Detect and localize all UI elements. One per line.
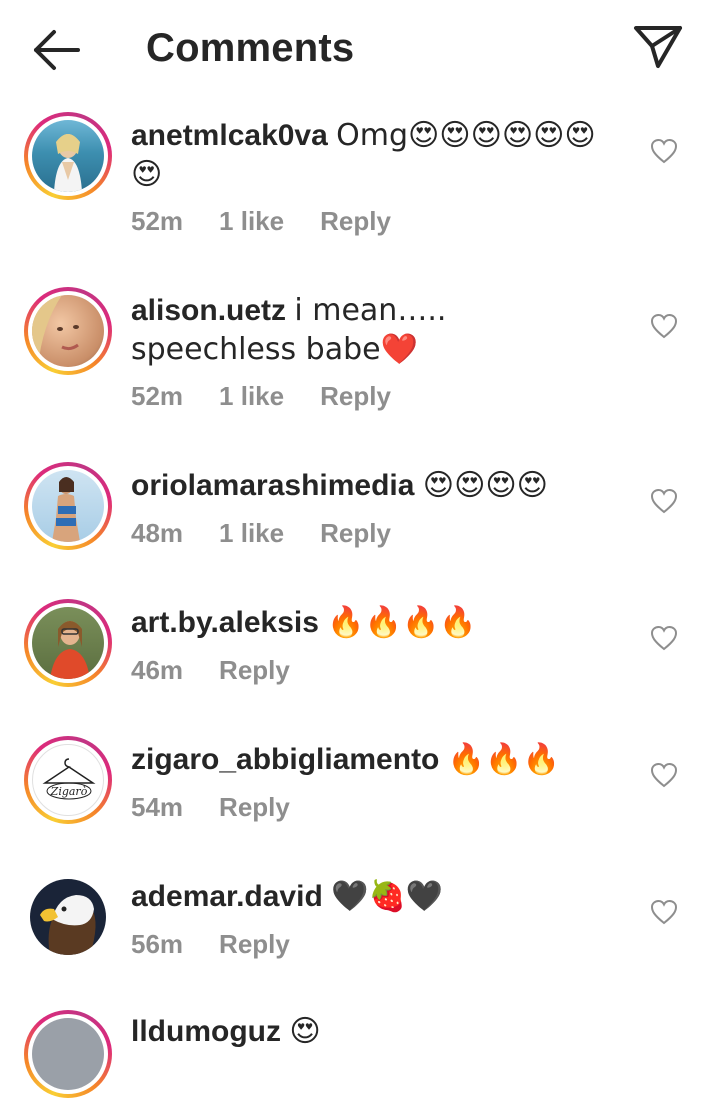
comment-body: 🔥🔥🔥	[447, 742, 560, 777]
avatar	[32, 470, 104, 542]
comment-meta: 54m Reply	[131, 792, 326, 823]
avatar-story-ring[interactable]	[24, 287, 112, 375]
header: Comments	[0, 0, 720, 98]
arrow-left-icon	[34, 30, 80, 70]
heart-icon[interactable]	[650, 488, 678, 514]
avatar-story-ring[interactable]	[24, 1010, 112, 1098]
comment-time: 54m	[131, 792, 184, 822]
reply-button[interactable]: Reply	[320, 206, 391, 237]
avatar: Zigarò	[32, 744, 104, 816]
heart-icon[interactable]	[650, 138, 678, 164]
comment-body: 🖤🍓🖤	[331, 879, 444, 914]
comment-time: 52m	[131, 206, 184, 236]
comment-username[interactable]: ademar.david	[131, 880, 323, 913]
comment-text: zigaro_abbigliamento 🔥🔥🔥	[131, 740, 621, 779]
avatar	[32, 120, 104, 192]
comment-likes[interactable]: 1 like	[219, 518, 284, 549]
reply-button[interactable]: Reply	[219, 792, 290, 823]
comment-time: 46m	[131, 655, 184, 685]
avatar-container[interactable]	[24, 873, 112, 961]
comment-time: 48m	[131, 518, 184, 548]
comment-meta: 46m Reply	[131, 655, 326, 686]
avatar-story-ring[interactable]	[24, 599, 112, 687]
heart-icon[interactable]	[650, 899, 678, 925]
avatar	[32, 607, 104, 679]
comment-likes[interactable]: 1 like	[219, 381, 284, 412]
comment-meta: 52m 1 like Reply	[131, 381, 427, 412]
comment-time: 52m	[131, 381, 184, 411]
avatar-story-ring[interactable]	[24, 462, 112, 550]
comment-meta: 48m 1 like Reply	[131, 518, 427, 549]
avatar	[30, 879, 106, 955]
heart-icon[interactable]	[650, 313, 678, 339]
comment-text: art.by.aleksis 🔥🔥🔥🔥	[131, 603, 621, 642]
page-title: Comments	[146, 26, 355, 70]
send-button[interactable]	[630, 22, 686, 72]
reply-button[interactable]: Reply	[320, 518, 391, 549]
comment-likes[interactable]: 1 like	[219, 206, 284, 237]
comment-body: 😍😍😍😍	[422, 468, 548, 503]
reply-button[interactable]: Reply	[219, 929, 290, 960]
avatar	[32, 295, 104, 367]
back-button[interactable]	[28, 26, 84, 74]
heart-icon[interactable]	[650, 625, 678, 651]
heart-icon[interactable]	[650, 762, 678, 788]
reply-button[interactable]: Reply	[219, 655, 290, 686]
avatar-story-ring[interactable]	[24, 112, 112, 200]
avatar	[32, 1018, 104, 1090]
comment-username[interactable]: anetmlcak0va	[131, 119, 328, 152]
svg-text:Zigarò: Zigarò	[50, 785, 88, 798]
comment-text: ademar.david 🖤🍓🖤	[131, 877, 621, 916]
comment-body: 🔥🔥🔥🔥	[327, 605, 477, 640]
comment-username[interactable]: art.by.aleksis	[131, 606, 319, 639]
comment-meta: 52m 1 like Reply	[131, 206, 427, 237]
paper-plane-icon	[634, 26, 682, 68]
comment-text: anetmlcak0va Omg😍😍😍😍😍😍😍	[131, 116, 621, 194]
reply-button[interactable]: Reply	[320, 381, 391, 412]
comment-username[interactable]: alison.uetz	[131, 294, 286, 327]
comment-username[interactable]: oriolamarashimedia	[131, 469, 414, 502]
comment-meta: 56m Reply	[131, 929, 326, 960]
avatar-story-ring[interactable]: Zigarò	[24, 736, 112, 824]
comment-time: 56m	[131, 929, 184, 959]
comment-username[interactable]: zigaro_abbigliamento	[131, 743, 439, 776]
comment-text: oriolamarashimedia 😍😍😍😍	[131, 466, 621, 505]
comment-text: alison.uetz i mean….. speechless babe❤️	[131, 291, 621, 369]
